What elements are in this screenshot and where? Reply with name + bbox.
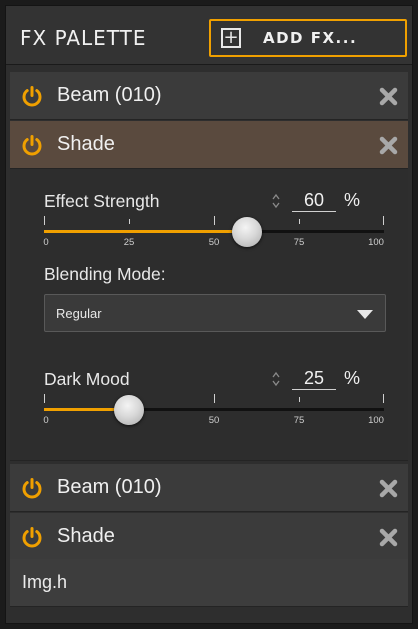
tick-label: 0 bbox=[43, 415, 49, 426]
fx-row-beam[interactable]: Beam (010) bbox=[10, 464, 408, 512]
blending-mode-label: Blending Mode: bbox=[44, 264, 166, 284]
slider-tick bbox=[44, 216, 45, 225]
close-icon[interactable] bbox=[379, 87, 398, 106]
fx-label: Beam (010) bbox=[57, 84, 162, 106]
power-icon[interactable] bbox=[21, 85, 43, 107]
tick-label: 100 bbox=[368, 415, 384, 426]
fx-palette: FX PALETTE + ADD FX... Beam (010) Shade bbox=[5, 5, 413, 624]
slider-tick bbox=[383, 216, 384, 225]
palette-header: FX PALETTE + ADD FX... bbox=[6, 6, 412, 65]
effect-strength-unit: % bbox=[344, 190, 361, 210]
dark-mood-slider[interactable]: 0 50 75 100 bbox=[43, 391, 384, 431]
spin-arrows-icon[interactable] bbox=[271, 371, 281, 387]
slider-tick bbox=[214, 394, 215, 403]
fx-label: Beam (010) bbox=[57, 476, 162, 498]
power-icon[interactable] bbox=[21, 526, 43, 548]
effect-strength-slider[interactable]: 0 25 50 75 100 bbox=[43, 213, 384, 253]
add-fx-label: ADD FX... bbox=[263, 29, 358, 47]
effect-strength-value-input[interactable]: 60 bbox=[292, 190, 336, 212]
slider-knob[interactable] bbox=[114, 395, 144, 425]
add-fx-button[interactable]: + ADD FX... bbox=[209, 19, 407, 57]
dark-mood-value-input[interactable]: 25 bbox=[292, 368, 336, 390]
slider-tick bbox=[214, 216, 215, 225]
shade-settings-panel: Effect Strength 60 % 0 25 50 75 100 Blen… bbox=[10, 169, 408, 461]
slider-knob[interactable] bbox=[232, 217, 262, 247]
blending-mode-selected: Regular bbox=[56, 306, 102, 321]
fx-label: Shade bbox=[57, 525, 115, 547]
palette-title: FX PALETTE bbox=[20, 26, 147, 50]
slider-tick bbox=[129, 219, 130, 224]
effect-strength-label: Effect Strength bbox=[44, 191, 160, 211]
slider-fill bbox=[44, 230, 248, 233]
power-icon[interactable] bbox=[21, 134, 43, 156]
power-icon[interactable] bbox=[21, 477, 43, 499]
slider-tick bbox=[299, 219, 300, 224]
close-icon[interactable] bbox=[379, 479, 398, 498]
dark-mood-label: Dark Mood bbox=[44, 369, 130, 389]
tick-label: 25 bbox=[123, 237, 135, 248]
close-icon[interactable] bbox=[379, 528, 398, 547]
fx-row-beam[interactable]: Beam (010) bbox=[10, 72, 408, 120]
tick-label: 100 bbox=[368, 237, 384, 248]
fx-label: Shade bbox=[57, 133, 115, 155]
slider-tick bbox=[383, 394, 384, 403]
slider-tick bbox=[44, 394, 45, 403]
slider-tick bbox=[299, 397, 300, 402]
tick-label: 50 bbox=[208, 415, 220, 426]
tick-label: 50 bbox=[208, 237, 220, 248]
blending-mode-dropdown[interactable]: Regular bbox=[44, 294, 386, 332]
image-item-label: Img.h bbox=[22, 572, 68, 592]
tick-label: 75 bbox=[293, 415, 305, 426]
tick-label: 0 bbox=[43, 237, 49, 248]
chevron-down-icon bbox=[357, 310, 373, 319]
spin-arrows-icon[interactable] bbox=[271, 193, 281, 209]
tick-label: 75 bbox=[293, 237, 305, 248]
image-item-row[interactable]: Img.h bbox=[10, 559, 408, 607]
fx-row-shade[interactable]: Shade bbox=[10, 513, 408, 561]
fx-row-shade-selected[interactable]: Shade bbox=[10, 121, 408, 169]
dark-mood-unit: % bbox=[344, 368, 361, 388]
plus-icon: + bbox=[221, 28, 241, 48]
close-icon[interactable] bbox=[379, 136, 398, 155]
